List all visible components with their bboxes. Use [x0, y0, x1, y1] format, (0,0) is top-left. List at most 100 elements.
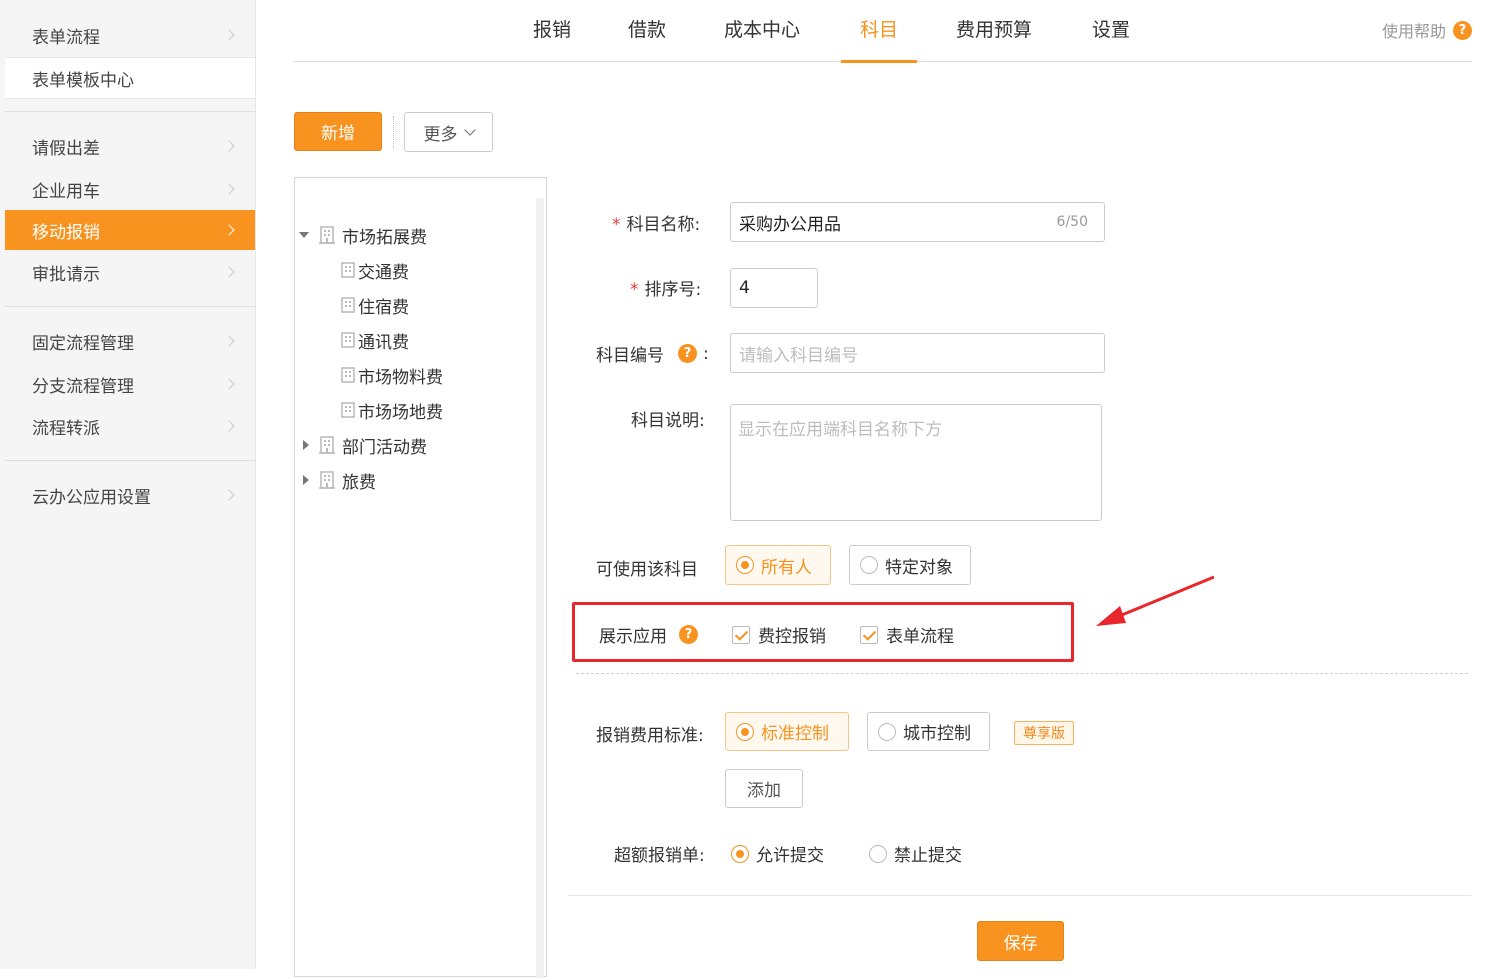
expand-triangle-icon[interactable] [303, 440, 309, 450]
building-icon [341, 297, 355, 313]
annotation-arrow-icon [1096, 575, 1215, 626]
tree-node-transport[interactable]: 交通费 [341, 257, 409, 283]
sidebar-item-leave-trip[interactable]: 请假出差 [5, 126, 255, 166]
add-standard-button[interactable]: 添加 [725, 769, 803, 808]
tab-budget[interactable]: 费用预算 [956, 0, 1032, 62]
subject-code-label: 科目编号 ? : [596, 343, 709, 367]
standard-control-radio[interactable]: 标准控制 [725, 712, 849, 751]
tree-scrollbar[interactable] [536, 198, 544, 978]
sidebar-divider [5, 460, 255, 461]
add-button[interactable]: 新增 [294, 112, 382, 151]
tree-node-venue[interactable]: 市场场地费 [341, 397, 443, 423]
sidebar-item-template-center[interactable]: 表单模板中心 [5, 57, 255, 99]
radio-selected-icon [736, 556, 754, 574]
sidebar-item-flow-transfer[interactable]: 流程转派 [5, 406, 255, 446]
chevron-right-icon [223, 489, 235, 501]
radio-unselected-icon [878, 722, 896, 741]
sidebar-divider [5, 111, 255, 112]
expense-control-checkbox[interactable]: 费控报销 [732, 622, 826, 647]
sidebar-item-label: 流程转派 [32, 418, 100, 439]
tab-settings[interactable]: 设置 [1092, 0, 1130, 62]
tree-node-label: 通讯费 [358, 332, 409, 353]
tree-node-marketing-materials[interactable]: 市场物料费 [341, 362, 443, 388]
sidebar-item-mobile-expense[interactable]: 移动报销 [5, 210, 255, 250]
city-control-radio[interactable]: 城市控制 [867, 712, 990, 751]
subject-desc-textarea[interactable]: 显示在应用端科目名称下方 [730, 404, 1102, 521]
building-icon [341, 332, 355, 348]
help-link[interactable]: 使用帮助 ? [1382, 18, 1472, 42]
tree-node-label: 市场拓展费 [342, 227, 427, 248]
order-value: 4 [739, 278, 750, 298]
help-question-icon[interactable]: ? [678, 344, 697, 363]
chevron-right-icon [223, 420, 235, 432]
subject-name-label: * 科目名称: [612, 215, 701, 235]
display-app-label: 展示应用 ? [599, 622, 698, 647]
sidebar-item-form-flow[interactable]: 表单流程 [5, 15, 255, 55]
chevron-right-icon [223, 29, 235, 41]
tab-expense[interactable]: 报销 [533, 0, 571, 62]
sidebar-divider [5, 306, 255, 307]
premium-badge: 尊享版 [1014, 721, 1074, 745]
expand-triangle-icon[interactable] [303, 475, 309, 485]
required-mark: * [612, 215, 621, 235]
tree-node-label: 旅费 [342, 472, 376, 493]
building-icon [341, 402, 355, 418]
subject-code-input[interactable]: 请输入科目编号 [730, 333, 1105, 373]
sidebar-item-label: 固定流程管理 [32, 333, 134, 354]
char-counter: 6/50 [1056, 214, 1088, 230]
sidebar-item-label: 云办公应用设置 [32, 487, 151, 508]
radio-selected-icon [731, 844, 749, 863]
sidebar-item-company-car[interactable]: 企业用车 [5, 169, 255, 209]
tree-node-lodging[interactable]: 住宿费 [341, 292, 409, 318]
chevron-right-icon [223, 335, 235, 347]
sidebar-item-approval[interactable]: 审批请示 [5, 252, 255, 292]
building-icon [319, 226, 335, 244]
subject-desc-label: 科目说明: [631, 411, 705, 431]
standard-label: 报销费用标准: [596, 726, 704, 746]
allow-submit-radio[interactable]: 允许提交 [731, 841, 824, 866]
radio-unselected-icon [860, 556, 878, 574]
subject-desc-placeholder: 显示在应用端科目名称下方 [738, 420, 942, 440]
building-icon [319, 471, 335, 489]
tab-cost-center[interactable]: 成本中心 [724, 0, 800, 62]
tree-node-label: 交通费 [358, 262, 409, 283]
checkbox-checked-icon [732, 625, 750, 644]
tab-subject[interactable]: 科目 [840, 0, 918, 63]
collapse-triangle-icon[interactable] [299, 232, 309, 238]
sidebar-item-label: 移动报销 [32, 222, 100, 243]
sidebar-item-cloud-settings[interactable]: 云办公应用设置 [5, 475, 255, 515]
sidebar-item-branch-flow[interactable]: 分支流程管理 [5, 364, 255, 404]
chevron-down-icon [463, 123, 476, 136]
order-input[interactable]: 4 [730, 268, 818, 308]
sidebar-item-fixed-flow[interactable]: 固定流程管理 [5, 321, 255, 361]
tree-node-label: 住宿费 [358, 297, 409, 318]
section-divider [576, 673, 1468, 674]
chevron-right-icon [223, 378, 235, 390]
usable-all-radio[interactable]: 所有人 [725, 545, 831, 585]
sidebar: 表单流程 表单模板中心 请假出差 企业用车 移动报销 审批请示 固定流程管理 分… [0, 0, 256, 969]
more-dropdown-button[interactable]: 更多 [404, 112, 493, 152]
help-question-icon[interactable]: ? [679, 625, 698, 644]
subject-name-input[interactable]: 采购办公用品 6/50 [730, 202, 1105, 242]
tab-loan[interactable]: 借款 [628, 0, 666, 62]
tree-node-travel[interactable]: 旅费 [301, 467, 376, 493]
checkbox-checked-icon [860, 625, 878, 644]
usable-specific-radio[interactable]: 特定对象 [849, 545, 971, 585]
form-flow-checkbox[interactable]: 表单流程 [860, 622, 954, 647]
tree-node-market-expansion[interactable]: 市场拓展费 [299, 222, 427, 248]
over-limit-label: 超额报销单: [614, 846, 705, 866]
help-label: 使用帮助 [1381, 22, 1446, 41]
tree-node-dept-activity[interactable]: 部门活动费 [301, 432, 427, 458]
subject-tree: 市场拓展费 交通费 住宿费 通讯费 市场物料费 市场场地费 部门活动费 旅费 [294, 177, 547, 978]
save-button[interactable]: 保存 [977, 921, 1064, 961]
tree-node-label: 市场场地费 [358, 402, 443, 423]
sidebar-item-label: 企业用车 [32, 181, 100, 202]
chevron-right-icon [223, 266, 235, 278]
sidebar-item-label: 请假出差 [32, 138, 100, 159]
chevron-right-icon [223, 224, 235, 236]
forbid-submit-radio[interactable]: 禁止提交 [869, 841, 962, 866]
chevron-right-icon [223, 183, 235, 195]
tree-node-communication[interactable]: 通讯费 [341, 327, 409, 353]
order-label: * 排序号: [630, 280, 702, 300]
radio-selected-icon [736, 722, 754, 741]
